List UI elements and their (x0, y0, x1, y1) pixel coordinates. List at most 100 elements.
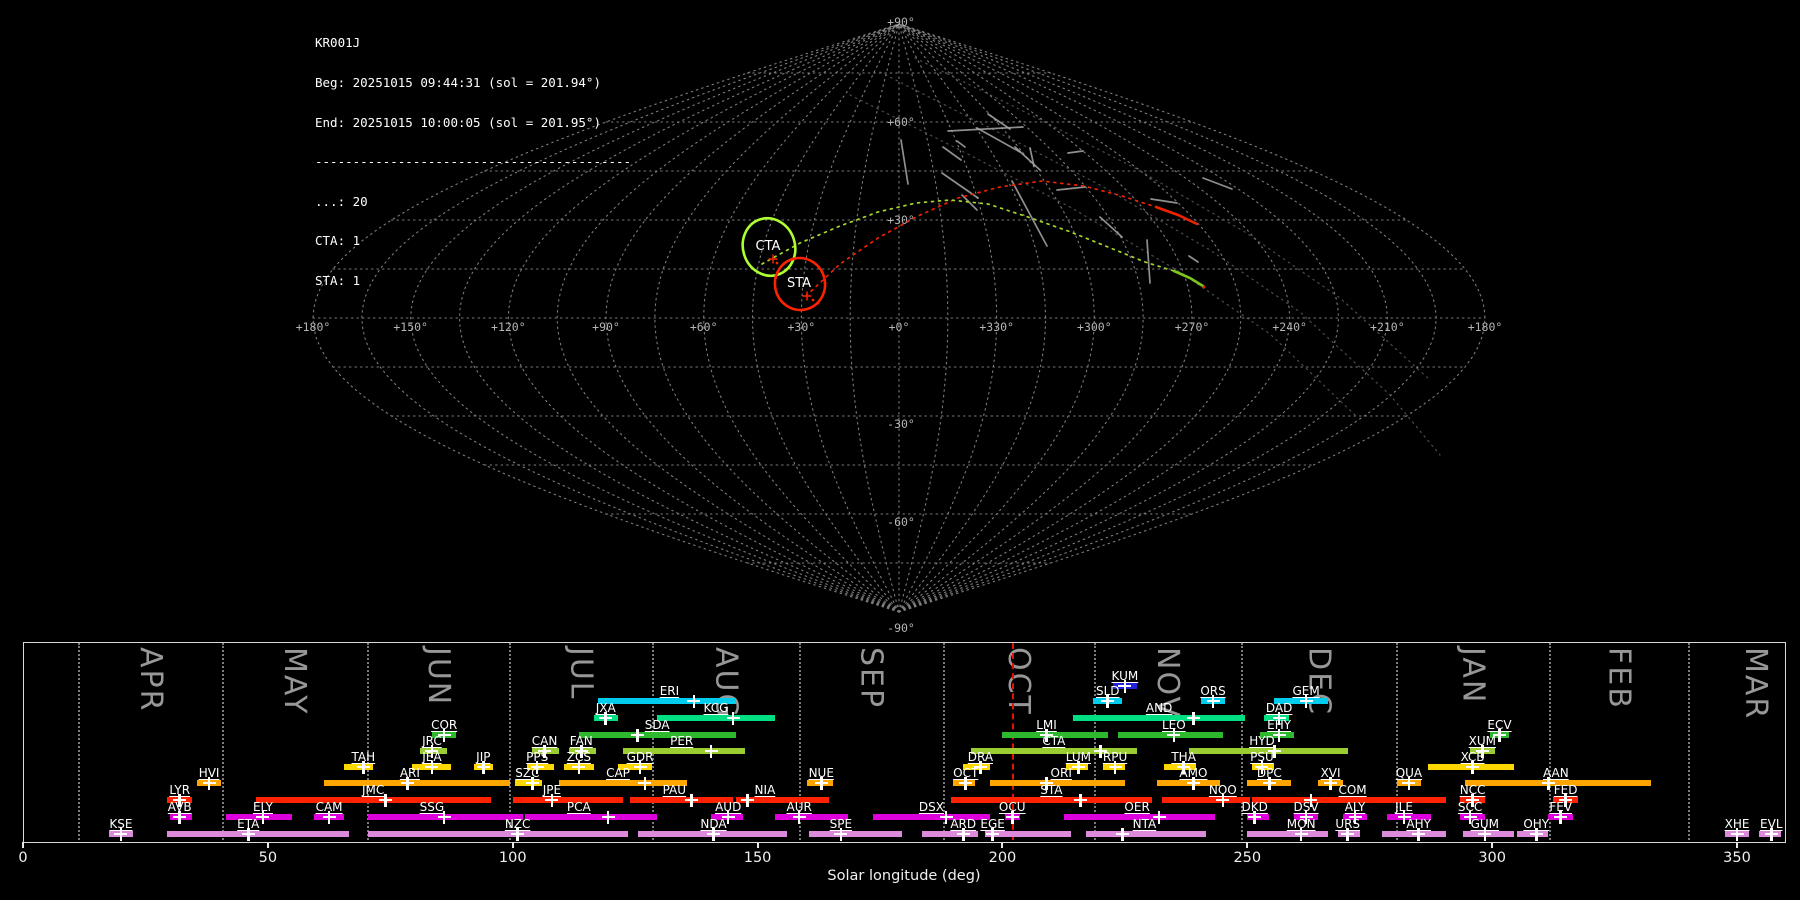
month-label: JUN (420, 647, 456, 707)
shower-label-CTA: CTA (1042, 734, 1066, 748)
peak-marker-ZCS (572, 760, 586, 774)
peak-marker-XVI (1324, 776, 1338, 790)
x-tick-label: 200 (988, 850, 1017, 866)
peak-marker-RPU (1108, 760, 1122, 774)
peak-marker-ETA (241, 827, 255, 841)
peak-marker-ORS (1206, 694, 1220, 708)
month-label: MAR (1738, 647, 1774, 721)
x-tick (22, 842, 24, 848)
shower-bar-NTA (1085, 831, 1206, 837)
shower-bar-SDA (578, 732, 736, 738)
peak-marker-KCG (726, 711, 740, 725)
peak-marker-KSE (114, 827, 128, 841)
shower-bar-MON (1247, 831, 1329, 837)
shower-label-OER: OER (1124, 800, 1150, 814)
peak-marker-CAM (322, 810, 336, 824)
shower-label-COM: COM (1338, 783, 1367, 797)
month-label: FEB (1601, 647, 1637, 710)
month-label: OCT (1001, 647, 1037, 716)
peak-marker-EVL (1764, 827, 1778, 841)
month-label: SEP (853, 647, 889, 710)
shower-label-STA: STA (1040, 783, 1063, 797)
peak-marker-PCA (601, 810, 615, 824)
peak-marker-NZC (511, 827, 525, 841)
month-label: JAN (1455, 647, 1491, 705)
month-boundary-line (77, 643, 80, 840)
shower-label-NIA: NIA (754, 783, 776, 797)
peak-marker-GEM (1299, 694, 1313, 708)
peak-marker-NOO (1216, 793, 1230, 807)
peak-marker-JMC (378, 793, 392, 807)
peak-marker-ARI (400, 776, 414, 790)
peak-marker-URS (1341, 827, 1355, 841)
peak-marker-ERI (687, 694, 701, 708)
peak-marker-SDA (631, 728, 645, 742)
x-tick (266, 842, 269, 848)
peak-marker-FEV (1554, 810, 1568, 824)
shower-label-ERI: ERI (659, 684, 680, 698)
peak-marker-AVB (173, 810, 187, 824)
shower-label-PCA: PCA (566, 800, 591, 814)
shower-label-AND: AND (1145, 701, 1173, 715)
peak-marker-QUA (1402, 776, 1416, 790)
peak-marker-OCT (959, 776, 973, 790)
shower-bar-NOO (1161, 797, 1250, 803)
peak-marker-LUM (1071, 760, 1085, 774)
peak-marker-SPE (834, 827, 848, 841)
peak-marker-NDA (707, 827, 720, 841)
peak-marker-JEA (425, 760, 439, 774)
peak-marker-MON (1294, 827, 1308, 841)
peak-marker-STA (1074, 793, 1088, 807)
peak-marker-TAH (356, 760, 370, 774)
shower-label-NTA: NTA (1132, 817, 1157, 831)
peak-marker-EGE (986, 827, 1000, 841)
peak-marker-JXA (599, 711, 613, 725)
peak-marker-AUR (792, 810, 806, 824)
month-boundary-line (367, 643, 370, 840)
peak-marker-PAU (684, 793, 698, 807)
shower-bar-KCG (657, 715, 775, 721)
x-tick-label: 0 (18, 850, 28, 866)
x-tick (511, 842, 514, 848)
x-tick-label: 100 (498, 850, 527, 866)
shower-bar-SPE (809, 831, 903, 837)
month-boundary-line (651, 643, 654, 840)
shower-label-KCG: KCG (703, 701, 729, 715)
x-tick (1491, 842, 1494, 848)
peak-marker-SSG (437, 810, 451, 824)
x-tick-label: 350 (1723, 850, 1751, 866)
shower-label-PAU: PAU (662, 783, 687, 797)
peak-marker-KUM (1118, 679, 1132, 693)
month-label: MAY (276, 647, 312, 716)
shower-bar-ETA (167, 831, 349, 837)
peak-marker-JIP (476, 760, 490, 774)
shower-bar-NZC (368, 831, 628, 837)
shower-label-ORI: ORI (1050, 766, 1072, 780)
peak-marker-XCB (1466, 760, 1480, 774)
shower-bar-STA (951, 797, 1152, 803)
meteor-radiant-screen: +180° +150° +120° +90° +60° +30° +0° +330° +300°… (0, 0, 1800, 900)
x-tick-label: 300 (1478, 850, 1506, 866)
x-tick-label: 150 (743, 850, 772, 866)
activity-chart: APR MAY JUN JUL AUG SEP OCT NOV DEC JAN FEB MAR KUM E… (0, 0, 1800, 900)
peak-marker-DKD (1248, 810, 1262, 824)
peak-marker-AHY (1412, 827, 1426, 841)
shower-bar-ARI (324, 780, 511, 786)
peak-marker-PER (704, 744, 718, 758)
shower-label-CAP: CAP (606, 766, 630, 780)
month-label: JUL (563, 647, 599, 701)
x-tick-label: 250 (1233, 850, 1262, 866)
peak-marker-NUE (814, 776, 828, 790)
x-tick (1736, 842, 1739, 848)
month-boundary-line (1688, 643, 1691, 840)
x-tick (1001, 842, 1004, 848)
month-boundary-line (222, 643, 225, 840)
shower-label-PER: PER (670, 734, 694, 748)
month-boundary-line (1093, 643, 1096, 840)
peak-marker-NTA (1115, 827, 1129, 841)
x-tick (756, 842, 759, 848)
peak-marker-OHY (1529, 827, 1543, 841)
peak-marker-SZC (525, 776, 539, 790)
shower-bar-AND (1073, 715, 1245, 721)
shower-bar-JMC (255, 797, 491, 803)
